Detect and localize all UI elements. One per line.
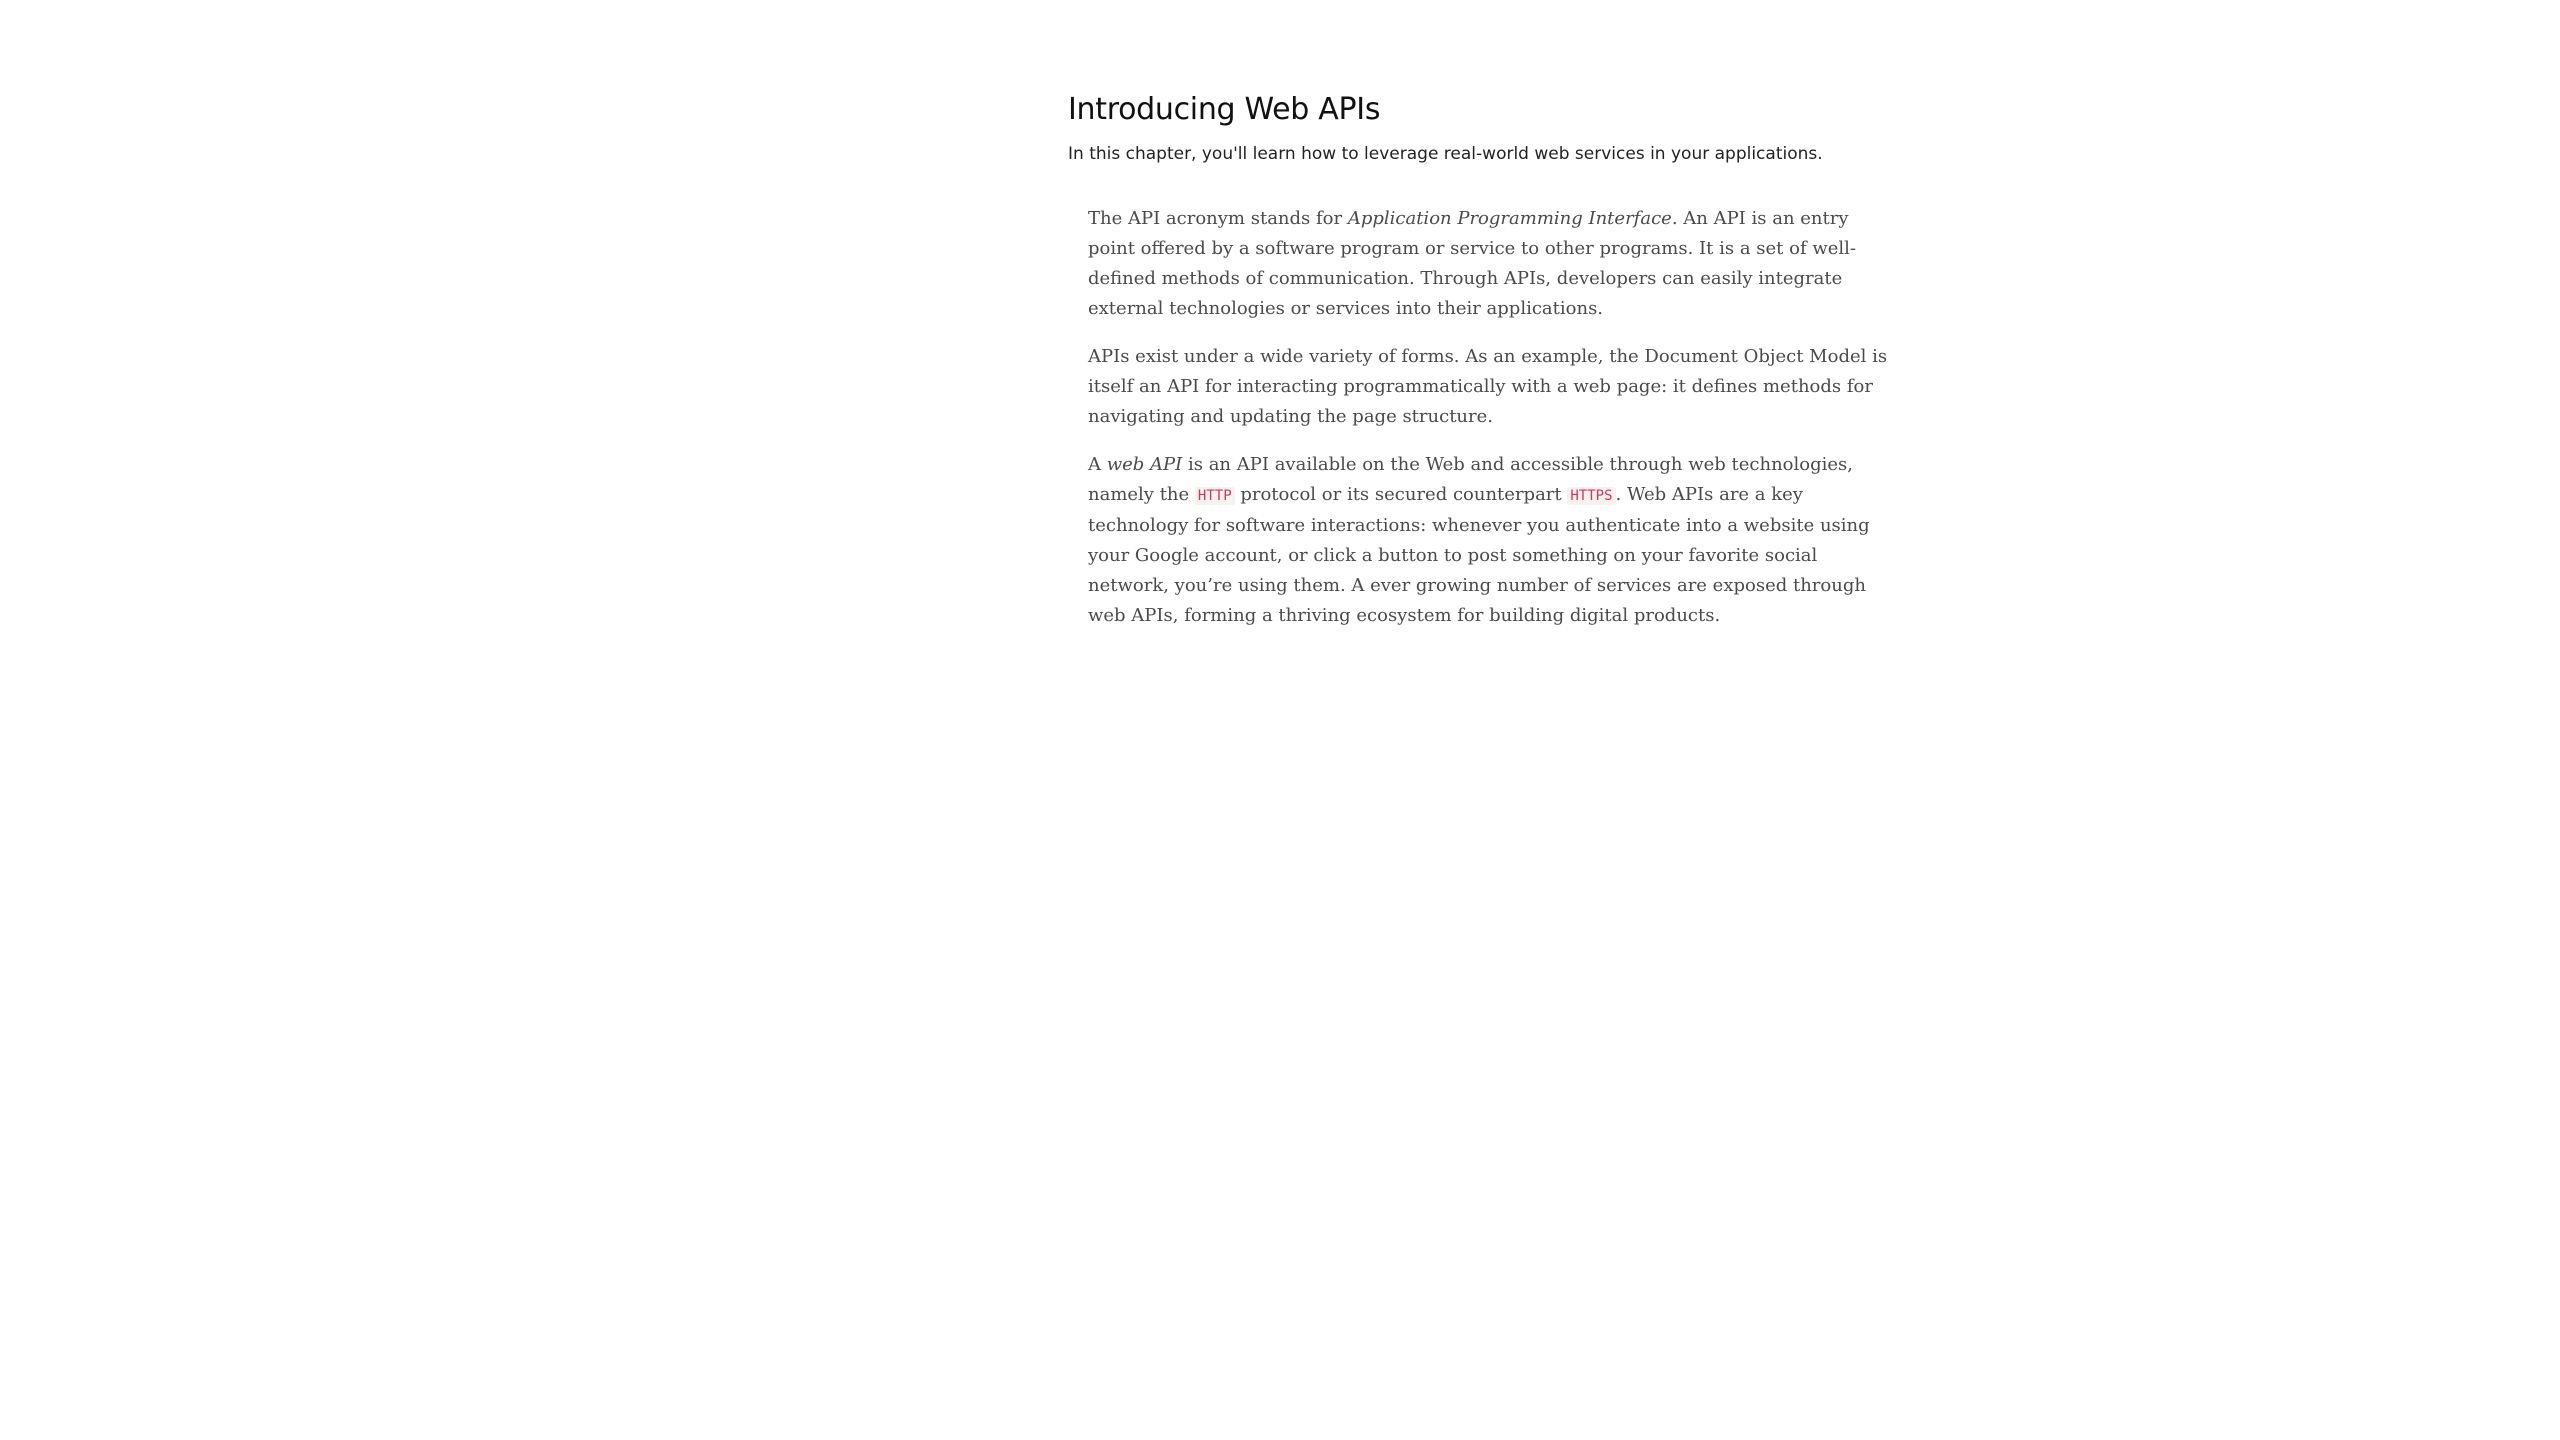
inline-code-https: HTTPS xyxy=(1567,487,1616,505)
chapter-page: Introducing Web APIs In this chapter, yo… xyxy=(1068,92,1888,649)
paragraph-text: The API acronym stands for xyxy=(1088,208,1348,229)
paragraph-text: APIs exist under a wide variety of forms… xyxy=(1088,346,1888,427)
inline-code-http: HTTP xyxy=(1194,487,1235,505)
paragraph-text: . Web APIs are a key technology for soft… xyxy=(1088,484,1870,626)
emphasis-term: web API xyxy=(1106,454,1183,475)
paragraph-api-definition: The API acronym stands for Application P… xyxy=(1088,204,1888,324)
chapter-content: The API acronym stands for Application P… xyxy=(1068,204,1888,631)
emphasis-term: Application Programming Interface xyxy=(1347,208,1672,229)
paragraph-text: A xyxy=(1088,454,1107,475)
chapter-subtitle: In this chapter, you'll learn how to lev… xyxy=(1068,144,1823,164)
chapter-title: Introducing Web APIs xyxy=(1068,92,1381,127)
paragraph-web-api: A web API is an API available on the Web… xyxy=(1088,450,1888,631)
paragraph-text: protocol or its secured counterpart xyxy=(1234,484,1568,505)
paragraph-api-forms: APIs exist under a wide variety of forms… xyxy=(1088,342,1888,432)
